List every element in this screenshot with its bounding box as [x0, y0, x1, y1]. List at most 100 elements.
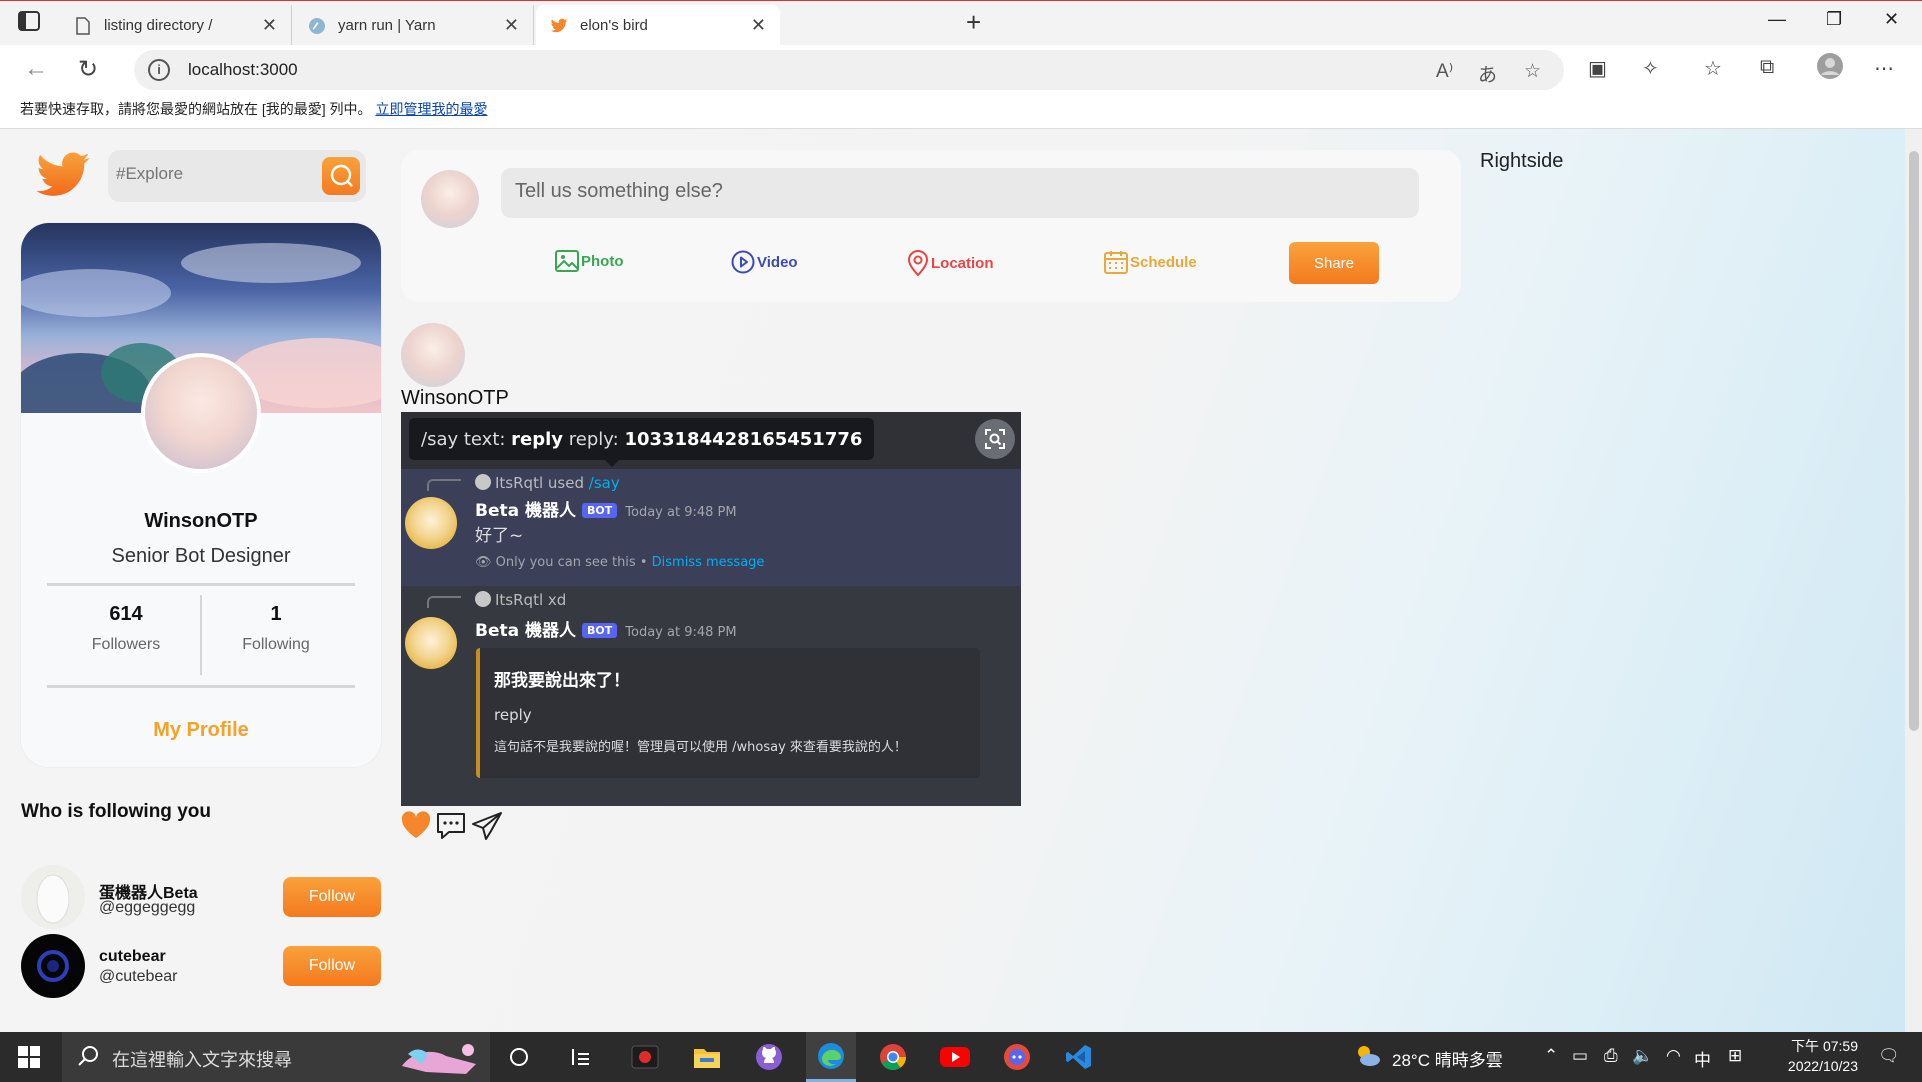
restore-icon[interactable]: ❐ — [1826, 9, 1842, 30]
meet-now-icon[interactable]: ⎙ — [1604, 1046, 1618, 1066]
post-actions — [401, 811, 503, 846]
scrollbar-thumb[interactable] — [1909, 151, 1919, 731]
avatar[interactable] — [421, 170, 479, 228]
bot-name-line: Beta 機器人 BOT Today at 9:48 PM — [475, 496, 737, 521]
explore-search-input[interactable] — [116, 164, 316, 184]
youtube-icon[interactable] — [930, 1032, 980, 1082]
following-count: 1 — [270, 603, 282, 625]
favorites-icon[interactable]: ☆ — [1704, 56, 1722, 81]
visual-search-icon[interactable] — [975, 419, 1015, 459]
schedule-label: Schedule — [1130, 253, 1197, 271]
close-tab-icon[interactable]: ✕ — [504, 15, 519, 36]
profile-icon[interactable] — [1816, 52, 1844, 86]
explore-search — [108, 150, 366, 202]
post-input[interactable]: Tell us something else? — [501, 168, 1419, 218]
back-icon[interactable]: ← — [24, 55, 48, 83]
read-aloud-icon[interactable]: A⁾ — [1436, 60, 1453, 83]
chrome-icon[interactable] — [868, 1032, 918, 1082]
task-view-icon[interactable] — [494, 1032, 544, 1082]
photo-icon — [555, 250, 579, 272]
new-tab-icon[interactable]: + — [966, 7, 981, 38]
share-send-icon[interactable] — [471, 811, 503, 846]
taskbar-search[interactable]: 在這裡輸入文字來搜尋 — [62, 1032, 490, 1082]
more-icon[interactable]: ⋯ — [1874, 56, 1894, 81]
browser-collections-icon[interactable]: ⧉ — [1760, 56, 1774, 79]
translate-icon[interactable]: あ — [1478, 60, 1497, 87]
widgets-icon[interactable] — [556, 1032, 606, 1082]
discord-message: ItsRqtl xd Beta 機器人 BOT Today at 9:48 PM 那… — [401, 586, 1021, 806]
who-follows-title: Who is following you — [21, 801, 211, 822]
close-tab-icon[interactable]: ✕ — [751, 15, 766, 36]
profile-avatar[interactable] — [141, 353, 261, 473]
follow-button[interactable]: Follow — [283, 946, 381, 986]
following-stat[interactable]: 1 Following — [201, 603, 351, 654]
avatar[interactable] — [21, 934, 85, 998]
reply-line: ItsRqtl xd — [475, 591, 566, 609]
github-icon[interactable] — [744, 1032, 794, 1082]
tab-actions-icon[interactable] — [18, 11, 44, 35]
wifi-icon[interactable]: ◠ — [1666, 1046, 1681, 1066]
post-image: /say text: reply reply: 1033184428165451… — [401, 412, 1021, 806]
location-label: Location — [931, 254, 994, 272]
close-window-icon[interactable]: ✕ — [1884, 9, 1899, 30]
profile-name: WinsonOTP — [144, 510, 258, 532]
location-option[interactable]: Location — [907, 250, 994, 276]
show-hidden-icons-icon[interactable]: ⌃ — [1544, 1046, 1558, 1066]
windows-start-icon[interactable] — [18, 1046, 40, 1068]
tab-listing-directory[interactable]: listing directory / ✕ — [60, 5, 292, 46]
avatar[interactable] — [21, 865, 85, 929]
post-composer: Tell us something else? Photo Video Loca… — [401, 150, 1461, 302]
search-button[interactable] — [322, 157, 360, 195]
url-box[interactable]: i localhost:3000 A⁾ あ ☆ — [134, 50, 1564, 90]
close-tab-icon[interactable]: ✕ — [262, 15, 277, 36]
twitter-bird-icon — [550, 17, 568, 35]
address-bar: ← ↻ i localhost:3000 A⁾ あ ☆ — [0, 45, 1922, 95]
notification-icon[interactable]: 🗨 — [1878, 1046, 1900, 1066]
schedule-option[interactable]: Schedule — [1104, 250, 1197, 274]
tab-title: elon's bird — [580, 17, 648, 34]
tab-elons-bird[interactable]: elon's bird ✕ — [536, 5, 780, 46]
bot-tag: BOT — [582, 623, 618, 638]
discord-message: ItsRqtl used /say Beta 機器人 BOT Today at 9:… — [401, 469, 1021, 586]
ime-layout-icon[interactable]: ⊞ — [1728, 1046, 1742, 1066]
weather-icon[interactable] — [1352, 1040, 1382, 1075]
tab-yarn-run[interactable]: yarn run | Yarn ✕ — [294, 5, 534, 46]
taskbar-clock[interactable]: 下午 07:59 2022/10/23 — [1766, 1036, 1858, 1076]
follow-button[interactable]: Follow — [283, 877, 381, 917]
bot-avatar — [405, 497, 457, 549]
heart-icon[interactable] — [401, 811, 431, 846]
refresh-icon[interactable]: ↻ — [78, 55, 98, 84]
tooltip-id: 1033184428165451776 — [624, 428, 863, 450]
edge-browser-icon[interactable] — [806, 1032, 856, 1082]
comment-icon[interactable] — [435, 811, 467, 846]
site-info-icon[interactable]: i — [148, 59, 170, 81]
vscode-icon[interactable] — [1054, 1032, 1104, 1082]
twitter-logo-icon[interactable] — [34, 149, 92, 203]
discord-chrome-app-icon[interactable] — [992, 1032, 1042, 1082]
url-text[interactable]: localhost:3000 — [188, 60, 298, 80]
collections-icon[interactable]: ▣ — [1588, 56, 1607, 81]
manage-favorites-link[interactable]: 立即管理我的最愛 — [375, 101, 487, 117]
add-favorite-icon[interactable]: ☆ — [1524, 60, 1541, 83]
minimize-icon[interactable]: — — [1768, 9, 1786, 30]
share-button[interactable]: Share — [1289, 242, 1379, 284]
battery-icon[interactable]: ▭ — [1572, 1046, 1588, 1066]
video-option[interactable]: Video — [731, 250, 798, 274]
ime-mode[interactable]: 中 — [1694, 1046, 1711, 1071]
followers-stat[interactable]: 614 Followers — [51, 603, 201, 654]
command-used-line: ItsRqtl used /say — [475, 474, 620, 492]
page-scrollbar[interactable] — [1905, 129, 1922, 1032]
screen-recorder-icon[interactable] — [620, 1032, 670, 1082]
post-author-avatar[interactable] — [401, 323, 465, 387]
user-mini-avatar — [475, 591, 491, 607]
taskbar-search-placeholder: 在這裡輸入文字來搜尋 — [112, 1050, 292, 1070]
photo-option[interactable]: Photo — [555, 250, 624, 272]
weather-text[interactable]: 28°C 晴時多雲 — [1392, 1046, 1503, 1071]
reply-user: ItsRqtl — [495, 591, 544, 609]
extensions-icon[interactable]: ✧ — [1642, 56, 1659, 81]
my-profile-link[interactable]: My Profile — [21, 719, 381, 742]
search-icon — [76, 1044, 100, 1073]
search-icon — [330, 164, 353, 187]
file-explorer-icon[interactable] — [682, 1032, 732, 1082]
volume-icon[interactable]: 🔈 — [1632, 1046, 1653, 1066]
